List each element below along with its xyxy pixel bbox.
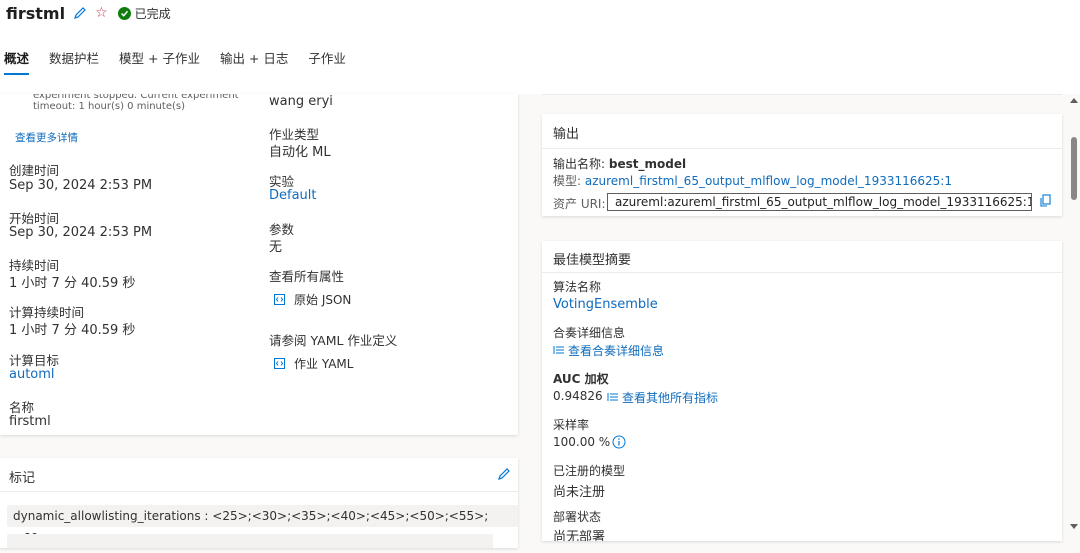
model-row: 模型: azureml_firstml_65_output_mlflow_log…	[553, 172, 952, 189]
divider	[542, 94, 1062, 95]
favorite-star-icon[interactable]: ☆	[95, 6, 108, 20]
output-name-row: 输出名称: best_model	[553, 155, 686, 172]
tab-bar: 概述 数据护栏 模型 + 子作业 输出 + 日志 子作业	[4, 49, 366, 75]
all-properties-label: 查看所有属性	[269, 269, 345, 284]
ensemble-link-label: 查看合奏详细信息	[568, 344, 665, 358]
tag-pill: dynamic_allowlisting_iterations : <25>;<…	[7, 505, 518, 545]
output-name-value: best_model	[608, 157, 687, 171]
yaml-reference-label: 请参阅 YAML 作业定义	[269, 333, 398, 348]
list-icon	[607, 391, 619, 405]
experiment-link[interactable]: Default	[269, 188, 317, 203]
tab-overview[interactable]: 概述	[4, 49, 30, 75]
job-yaml-link[interactable]: 作业 YAML	[273, 355, 353, 372]
divider	[0, 491, 518, 492]
page-header: firstml ☆ 已完成 概述 数据护栏 模型 + 子作业 输出 + 日志 子…	[0, 0, 1080, 94]
algorithm-link[interactable]: VotingEnsemble	[553, 297, 658, 312]
title-row: firstml ☆ 已完成	[6, 3, 171, 23]
tab-outputs-logs[interactable]: 输出 + 日志	[220, 49, 288, 71]
registered-model-label: 已注册的模型	[553, 464, 626, 478]
tags-card: 标记 dynamic_allowlisting_iterations : <25…	[0, 458, 518, 548]
duration-value: 1 小时 7 分 40.59 秒	[9, 276, 136, 291]
model-label: 模型:	[553, 174, 582, 188]
compute-duration-value: 1 小时 7 分 40.59 秒	[9, 323, 136, 338]
raw-json-link[interactable]: 原始 JSON	[273, 291, 351, 308]
params-value: 无	[269, 240, 283, 255]
success-check-icon	[117, 6, 131, 20]
other-metrics-label: 查看其他所有指标	[622, 391, 719, 405]
registered-model-value: 尚未注册	[553, 485, 606, 500]
ensemble-label: 合奏详细信息	[553, 326, 626, 340]
other-metrics-link[interactable]: 查看其他所有指标	[607, 389, 718, 406]
auc-value: 0.94826	[553, 389, 603, 403]
tab-models-child-jobs[interactable]: 模型 + 子作业	[119, 49, 200, 71]
compute-target-link[interactable]: automl	[9, 367, 55, 382]
output-title: 输出	[553, 127, 580, 142]
start-value: Sep 30, 2024 2:53 PM	[9, 225, 153, 240]
best-model-card: 最佳模型摘要 算法名称 VotingEnsemble 合奏详细信息 查看合奏详细…	[542, 241, 1062, 541]
status-message-line2: timeout: 1 hour(s) 0 minute(s)	[33, 101, 185, 112]
see-more-details-link[interactable]: 查看更多详情	[15, 130, 78, 145]
deploy-status-label: 部署状态	[553, 510, 602, 524]
ensemble-details-link[interactable]: 查看合奏详细信息	[553, 342, 664, 359]
created-value: Sep 30, 2024 2:53 PM	[9, 178, 153, 193]
scroll-up-arrow-icon[interactable]	[1070, 98, 1078, 103]
auc-label: AUC 加权	[553, 372, 609, 386]
raw-json-label: 原始 JSON	[294, 293, 352, 307]
code-file-icon	[273, 292, 286, 307]
list-icon	[553, 344, 565, 358]
divider	[542, 272, 1062, 273]
scroll-down-arrow-icon[interactable]	[1070, 524, 1078, 529]
creator-value: wang eryi	[269, 94, 333, 109]
tag-pill-placeholder	[7, 534, 493, 548]
best-model-title: 最佳模型摘要	[553, 253, 632, 268]
tab-data-guardrails[interactable]: 数据护栏	[49, 49, 99, 71]
asset-uri-field[interactable]: azureml:azureml_firstml_65_output_mlflow…	[607, 193, 1032, 211]
code-file-icon	[273, 356, 286, 371]
sampling-label: 采样率	[553, 418, 590, 432]
output-name-label: 输出名称:	[553, 157, 606, 171]
sampling-value: 100.00 %	[553, 435, 611, 449]
job-yaml-label: 作业 YAML	[294, 357, 354, 371]
page-title: firstml	[6, 3, 66, 23]
edit-pencil-icon[interactable]	[73, 6, 87, 20]
info-icon[interactable]	[612, 435, 626, 453]
asset-uri-label: 资产 URI:	[553, 197, 606, 211]
status-text: 已完成	[134, 6, 171, 21]
name-value: firstml	[9, 414, 51, 429]
properties-card: experiment stopped. Current experiment t…	[0, 94, 518, 435]
deploy-status-value: 尚无部署	[553, 530, 606, 541]
output-card: 输出 输出名称: best_model 模型: azureml_firstml_…	[542, 114, 1062, 216]
tab-child-jobs[interactable]: 子作业	[308, 49, 346, 71]
copy-icon[interactable]	[1039, 194, 1052, 212]
scroll-thumb[interactable]	[1071, 137, 1077, 200]
page-scrollbar[interactable]	[1068, 94, 1080, 553]
job-type-value: 自动化 ML	[269, 145, 331, 160]
tags-title: 标记	[9, 471, 36, 486]
divider	[542, 148, 1062, 149]
created-label: 创建时间	[9, 163, 60, 178]
model-link[interactable]: azureml_firstml_65_output_mlflow_log_mod…	[585, 174, 952, 188]
edit-pencil-icon[interactable]	[497, 467, 511, 485]
algorithm-label: 算法名称	[553, 280, 602, 294]
